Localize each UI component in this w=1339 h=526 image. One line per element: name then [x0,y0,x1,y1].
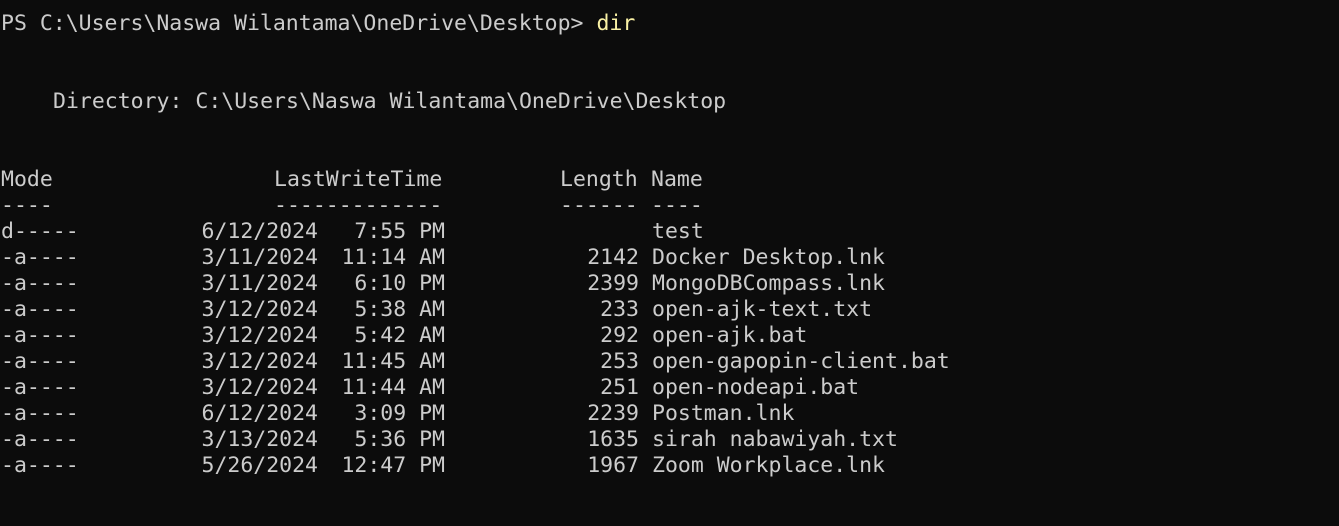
file-date: 3/11/2024 [201,271,319,296]
file-date: 6/12/2024 [201,401,319,426]
file-date: 3/13/2024 [201,427,319,452]
file-row: -a---- 3/11/2024 6:10 PM 2399 MongoDBCompass… [1,271,1321,297]
column-underline-row: ---- ------------- ------ ---- [1,193,1321,219]
file-name: Zoom Workplace.lnk [652,453,885,478]
file-time: 12:47 PM [341,453,445,478]
file-row: -a---- 6/12/2024 3:09 PM 2239 Postman.lnk [1,401,1321,427]
file-date: 3/12/2024 [201,375,319,400]
file-mode: -a---- [1,323,79,348]
file-name: test [652,219,704,244]
file-length: 253 [600,349,639,374]
file-length: 2142 [587,245,639,270]
file-row: -a---- 3/12/2024 11:44 AM 251 open-nodeapi.b… [1,375,1321,401]
file-mode: -a---- [1,427,79,452]
header-lastwritetime: LastWriteTime [274,167,443,192]
file-length: 2239 [587,401,639,426]
file-date: 3/11/2024 [201,245,319,270]
prompt-line: PS C:\Users\Naswa Wilantama\OneDrive\Des… [1,11,1321,37]
file-length: 1635 [587,427,639,452]
command-text: dir [596,11,636,36]
file-time: 3:09 PM [354,401,445,426]
header-length: Length [560,167,638,192]
file-mode: -a---- [1,375,79,400]
prompt-prefix: PS C:\Users\Naswa Wilantama\OneDrive\Des… [1,11,597,36]
file-row: -a---- 3/12/2024 5:38 AM 233 open-ajk-text.t… [1,297,1321,323]
file-row: -a---- 3/12/2024 11:45 AM 253 open-gapopin-c… [1,349,1321,375]
file-mode: -a---- [1,453,79,478]
file-row: -a---- 3/12/2024 5:42 AM 292 open-ajk.bat [1,323,1321,349]
file-row: d----- 6/12/2024 7:55 PM test [1,219,1321,245]
file-date: 5/26/2024 [201,453,319,478]
file-name: MongoDBCompass.lnk [652,271,885,296]
file-name: open-gapopin-client.bat [652,349,950,374]
file-date: 3/12/2024 [201,323,319,348]
file-mode: -a---- [1,271,79,296]
file-name: open-ajk.bat [652,323,808,348]
file-list: d----- 6/12/2024 7:55 PM test -a---- 3/11/202… [1,219,1321,479]
file-length: 251 [600,375,639,400]
file-mode: -a---- [1,349,79,374]
file-name: sirah nabawiyah.txt [652,427,898,452]
file-row: -a---- 3/11/2024 11:14 AM 2142 Docker Deskto… [1,245,1321,271]
file-mode: d----- [1,219,79,244]
file-name: Postman.lnk [652,401,795,426]
header-name: Name [651,167,703,192]
file-time: 11:14 AM [341,245,445,270]
file-name: open-nodeapi.bat [652,375,860,400]
file-length: 233 [600,297,639,322]
file-length: 2399 [587,271,639,296]
file-time: 11:44 AM [341,375,445,400]
file-date: 3/12/2024 [201,297,319,322]
underline-length: ------ [560,193,638,218]
file-name: Docker Desktop.lnk [652,245,885,270]
file-date: 3/12/2024 [201,349,319,374]
file-length: 1967 [587,453,639,478]
file-mode: -a---- [1,401,79,426]
file-date: 6/12/2024 [201,219,319,244]
underline-mode: ---- [1,193,53,218]
file-mode: -a---- [1,245,79,270]
file-time: 11:45 AM [341,349,445,374]
terminal-scrollbar[interactable] [1325,0,1339,526]
underline-name: ---- [651,193,703,218]
file-time: 5:38 AM [354,297,445,322]
file-time: 5:42 AM [354,323,445,348]
directory-line: Directory: C:\Users\Naswa Wilantama\OneD… [53,89,727,114]
file-row: -a---- 5/26/2024 12:47 PM 1967 Zoom Workplac… [1,453,1321,479]
underline-lastwritetime: ------------- [274,193,443,218]
header-mode: Mode [1,167,53,192]
file-time: 6:10 PM [354,271,445,296]
file-time: 5:36 PM [354,427,445,452]
file-length: 292 [600,323,639,348]
terminal-output[interactable]: PS C:\Users\Naswa Wilantama\OneDrive\Des… [1,11,1321,479]
file-name: open-ajk-text.txt [652,297,873,322]
file-mode: -a---- [1,297,79,322]
file-row: -a---- 3/13/2024 5:36 PM 1635 sirah nabawiya… [1,427,1321,453]
file-time: 7:55 PM [354,219,445,244]
column-header-row: Mode LastWriteTime Length Name [1,167,1321,193]
